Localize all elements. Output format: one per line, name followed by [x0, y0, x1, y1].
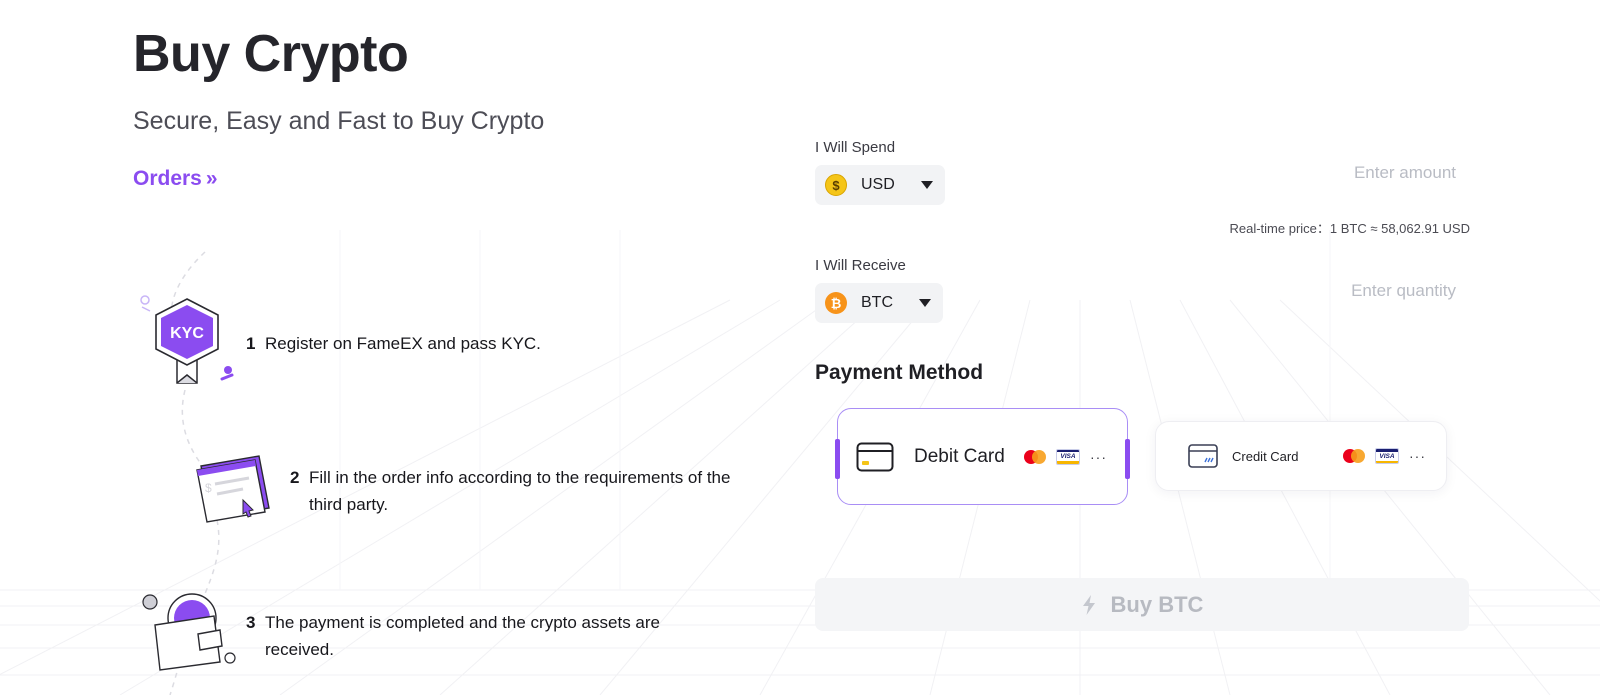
step-2: 2 Fill in the order info according to th…	[290, 464, 750, 518]
buy-button-label: Buy BTC	[1110, 591, 1204, 617]
more-dots-icon: ···	[1090, 448, 1107, 465]
visa-icon: VISA	[1056, 448, 1080, 465]
step-number: 1	[246, 334, 256, 353]
step-1: 1 Register on FameEX and pass KYC.	[246, 330, 726, 357]
spend-label: I Will Spend	[815, 139, 896, 156]
wallet-coin-icon	[142, 593, 236, 671]
orders-link-label: Orders	[133, 167, 202, 190]
svg-text:$: $	[205, 481, 212, 495]
order-card-icon: $	[196, 455, 270, 523]
payment-option-label: Debit Card	[914, 445, 1005, 467]
step-text: Register on FameEX and pass KYC.	[265, 334, 541, 353]
visa-icon: VISA	[1375, 448, 1399, 464]
payment-option-label: Credit Card	[1232, 448, 1299, 464]
realtime-price: Real-time price：1 BTC ≈ 58,062.91 USD	[1229, 221, 1470, 236]
page-subtitle: Secure, Easy and Fast to Buy Crypto	[133, 107, 545, 135]
receive-currency-select[interactable]: ₿ BTC	[815, 283, 943, 323]
mastercard-icon	[1343, 449, 1365, 463]
page-title: Buy Crypto	[133, 25, 409, 83]
card-brands: VISA ···	[1343, 448, 1426, 464]
usd-coin-icon: $	[825, 174, 847, 196]
double-chevron-right-icon: »	[205, 167, 218, 190]
card-brands: VISA ···	[1024, 448, 1107, 465]
quantity-input[interactable]	[1180, 276, 1456, 306]
caret-down-icon	[919, 299, 931, 307]
spend-currency-select[interactable]: $ USD	[815, 165, 945, 205]
buy-button[interactable]: Buy BTC	[815, 578, 1469, 631]
lightning-icon	[1082, 594, 1095, 615]
kyc-badge-icon: KYC	[140, 295, 234, 384]
receive-currency-code: BTC	[861, 294, 893, 311]
spend-currency-code: USD	[861, 176, 895, 193]
orders-link[interactable]: Orders »	[133, 165, 218, 193]
step-text: Fill in the order info according to the …	[309, 468, 731, 514]
credit-card-icon	[1188, 444, 1218, 468]
btc-coin-icon: ₿	[825, 292, 847, 314]
mastercard-icon	[1024, 449, 1046, 464]
receive-label: I Will Receive	[815, 257, 906, 274]
payment-option-credit-card[interactable]: Credit Card VISA ···	[1155, 421, 1447, 491]
step-text: The payment is completed and the crypto …	[265, 613, 660, 659]
payment-option-debit-card[interactable]: Debit Card VISA ···	[835, 408, 1130, 505]
caret-down-icon	[921, 181, 933, 189]
step-number: 2	[290, 468, 300, 487]
step-number: 3	[246, 613, 256, 632]
debit-card-icon	[856, 442, 894, 471]
amount-input[interactable]	[1180, 158, 1456, 188]
step-3: 3 The payment is completed and the crypt…	[246, 609, 726, 663]
payment-method-heading: Payment Method	[815, 361, 984, 384]
more-dots-icon: ···	[1409, 448, 1426, 464]
kyc-badge-text: KYC	[170, 325, 204, 342]
